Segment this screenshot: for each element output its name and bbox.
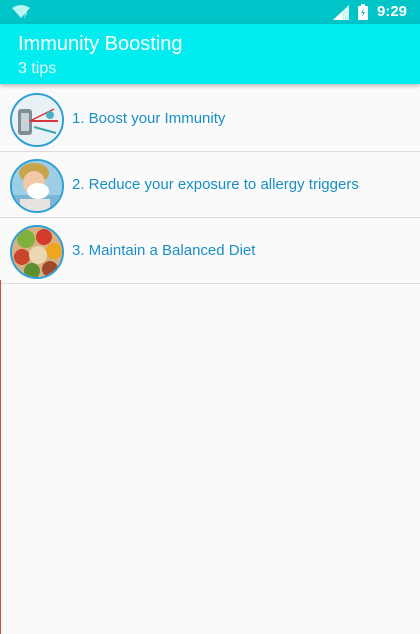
clock: 9:29 [377,3,408,20]
tip-label: 1. Boost your Immunity [72,110,226,127]
tips-list: 1. Boost your Immunity 2. Reduce your ex… [0,86,420,284]
page-title: Immunity Boosting [18,33,183,55]
list-item-tip-2[interactable]: 2. Reduce your exposure to allergy trigg… [0,152,420,218]
wifi-icon: ? [12,5,30,19]
list-item-tip-3[interactable]: 3. Maintain a Balanced Diet [0,218,420,284]
immunity-illustration-thumbnail [10,93,64,147]
app-bar: Immunity Boosting 3 tips [0,24,420,84]
tip-label: 3. Maintain a Balanced Diet [72,242,256,259]
list-item-tip-1[interactable]: 1. Boost your Immunity [0,86,420,152]
child-blowing-nose-thumbnail [10,159,64,213]
healthy-food-thumbnail [10,225,64,279]
battery-icon [358,4,368,20]
svg-text:?: ? [23,11,27,19]
tips-count: 3 tips [18,60,57,77]
cell-signal-icon [333,5,349,20]
status-bar: ? 9:29 [0,0,420,24]
tip-label: 2. Reduce your exposure to allergy trigg… [72,176,359,193]
window-edge [0,280,1,634]
